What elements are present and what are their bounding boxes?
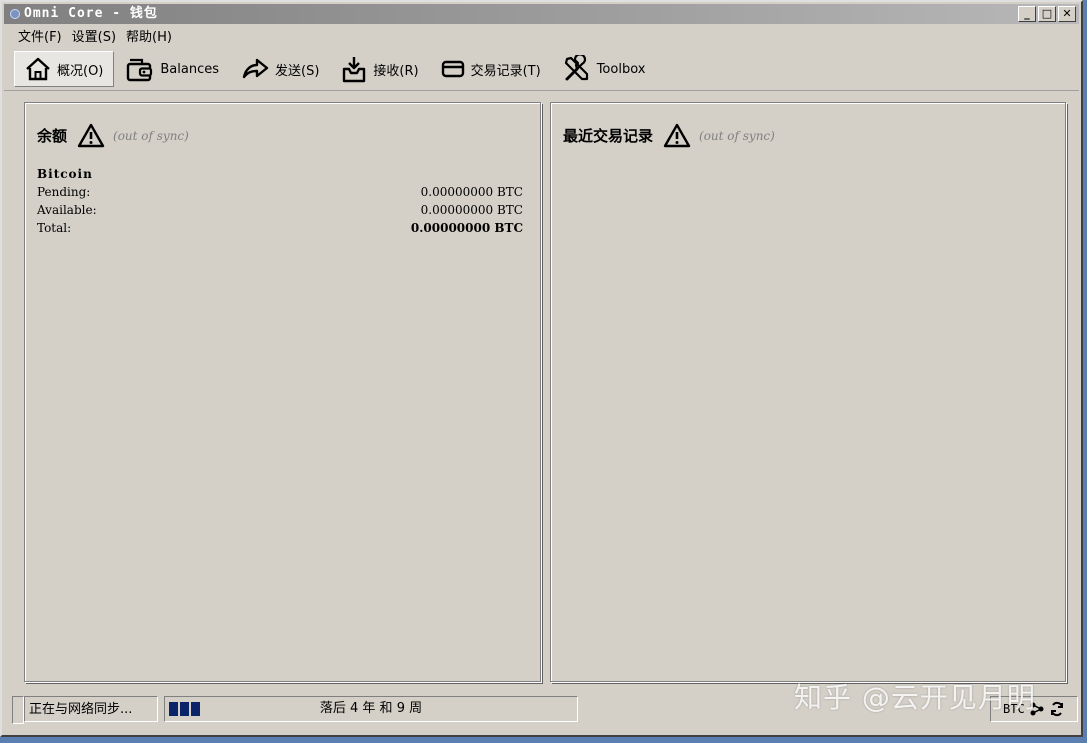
sync-status-text: 正在与网络同步... [24, 696, 158, 722]
tools-icon [564, 55, 588, 81]
balance-label: Pending: [37, 185, 91, 199]
wallet-icon [127, 58, 153, 82]
balance-label: Total: [37, 221, 72, 235]
tab-receive-label: 接收(R) [373, 63, 419, 79]
maximize-button[interactable]: □ [1038, 6, 1056, 22]
tab-overview[interactable]: 概况(O) [14, 51, 115, 87]
recent-header: 最近交易记录 (out of sync) [563, 123, 775, 148]
watermark: 知乎 @云开见月明 [794, 681, 1036, 714]
balance-sync-status: (out of sync) [113, 128, 189, 143]
balance-row: Available: 0.00000000 BTC [37, 201, 523, 219]
minimize-button[interactable]: _ [1018, 6, 1036, 22]
recent-title: 最近交易记录 [563, 127, 654, 145]
balance-title: 余额 [37, 127, 68, 145]
menu-help[interactable]: 帮助(H) [126, 26, 172, 45]
status-grip [12, 696, 24, 724]
sync-spinner-icon [1050, 701, 1063, 717]
receive-inbox-icon [343, 57, 366, 83]
close-button[interactable]: ✕ [1058, 6, 1076, 22]
balance-value-total: 0.00000000 BTC [410, 221, 523, 235]
tab-toolbox-label: Toolbox [596, 61, 646, 77]
balance-table: Bitcoin Pending: 0.00000000 BTC Availabl… [37, 167, 523, 237]
balance-row-total: Total: 0.00000000 BTC [37, 219, 523, 237]
toolbar: 概况(O) Balances 发送(S) 接收(R) 交易记录(T) Toolb… [4, 48, 1079, 91]
tab-overview-label: 概况(O) [57, 63, 104, 79]
balance-row: Pending: 0.00000000 BTC [37, 183, 523, 201]
tab-toolbox[interactable]: Toolbox [553, 51, 656, 87]
balance-value: 0.00000000 BTC [420, 203, 523, 217]
balance-label: Available: [37, 203, 97, 217]
title-bar[interactable]: Omni Core - 钱包 _ □ ✕ [4, 4, 1079, 24]
tab-send-label: 发送(S) [275, 63, 320, 79]
menu-file[interactable]: 文件(F) [18, 26, 62, 45]
tab-transactions[interactable]: 交易记录(T) [431, 51, 551, 87]
progress-text: 落后 4 年 和 9 周 [319, 701, 423, 716]
warning-icon[interactable] [663, 123, 691, 148]
recent-sync-status: (out of sync) [699, 128, 775, 143]
sync-progress-bar: 落后 4 年 和 9 周 [164, 696, 578, 722]
menu-bar: 文件(F) 设置(S) 帮助(H) [4, 24, 1079, 46]
balance-header: 余额 (out of sync) [37, 123, 189, 148]
recent-transactions-panel: 最近交易记录 (out of sync) [550, 102, 1066, 682]
main-window: Omni Core - 钱包 _ □ ✕ 文件(F) 设置(S) 帮助(H) 概… [0, 0, 1083, 737]
send-arrow-icon [242, 58, 269, 79]
home-icon [26, 57, 50, 81]
tab-send[interactable]: 发送(S) [231, 51, 329, 87]
menu-settings[interactable]: 设置(S) [72, 26, 116, 45]
tab-balances-label: Balances [160, 61, 220, 77]
app-icon [10, 9, 20, 19]
currency-name: Bitcoin [37, 167, 93, 181]
balance-panel: 余额 (out of sync) Bitcoin Pending: 0.0000… [24, 102, 541, 682]
tab-receive[interactable]: 接收(R) [331, 51, 428, 87]
balance-value: 0.00000000 BTC [420, 185, 523, 199]
window-title: Omni Core - 钱包 [24, 6, 158, 21]
warning-icon[interactable] [77, 123, 105, 148]
transactions-card-icon [441, 60, 464, 78]
tab-transactions-label: 交易记录(T) [470, 63, 541, 79]
tab-balances[interactable]: Balances [116, 51, 229, 87]
